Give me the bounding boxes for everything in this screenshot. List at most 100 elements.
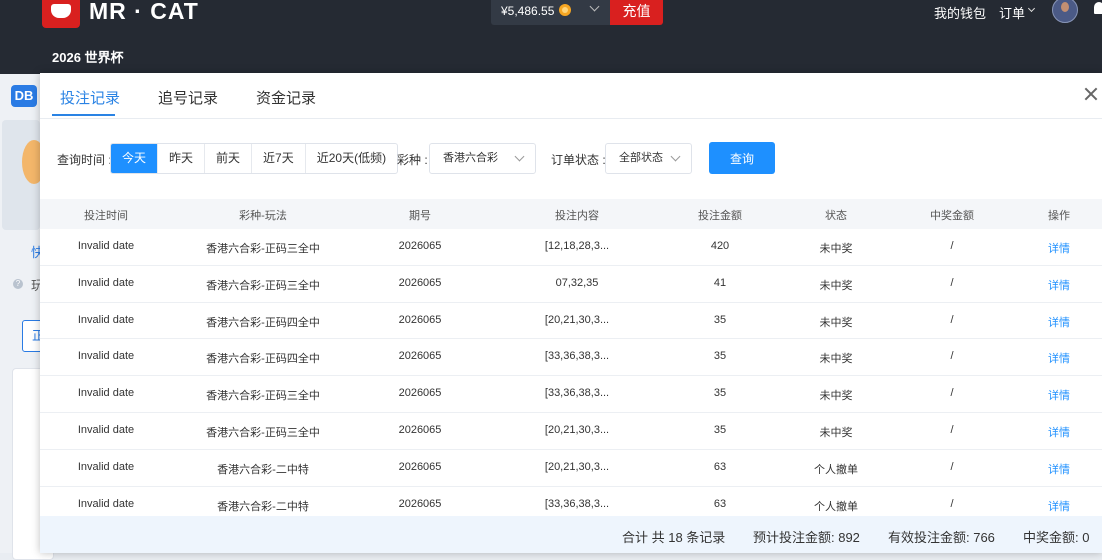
row-win-amount: / (950, 423, 954, 436)
balance-amount: ¥5,486.55 (501, 4, 555, 18)
tab-fund-records[interactable]: 资金记录 (256, 87, 316, 108)
bell-icon[interactable] (1094, 2, 1102, 14)
row-status: 未中奖 (819, 353, 853, 366)
time-option-yesterday[interactable]: 昨天 (157, 144, 204, 173)
row-issue: 2026065 (398, 276, 442, 289)
table-row: Invalid date 香港六合彩-正码三全中 2026065 [33,36,38,… (40, 376, 1102, 413)
row-bet-content: 07,32,35 (555, 276, 599, 289)
row-bet-time: Invalid date (77, 240, 135, 252)
row-issue: 2026065 (398, 460, 442, 473)
tab-bet-records[interactable]: 投注记录 (60, 87, 120, 108)
top-header: MR · CAT ¥5,486.55 充值 我的钱包 订单 2026 世界杯 (0, 0, 1102, 74)
row-details-link[interactable]: 详情 (1048, 461, 1070, 477)
row-details-link[interactable]: 详情 (1048, 498, 1070, 514)
time-option-20days[interactable]: 近20天(低频) (304, 144, 397, 173)
table-body: Invalid date 香港六合彩-正码三全中 2026065 [12,18,28,… (40, 229, 1102, 524)
brand-name[interactable]: MR · CAT (89, 0, 199, 25)
active-tab-indicator (52, 114, 115, 116)
row-status: 未中奖 (819, 279, 853, 292)
row-details-link[interactable]: 详情 (1048, 350, 1070, 366)
table-row: Invalid date 香港六合彩-正码三全中 2026065 07,32,35 41… (40, 266, 1102, 303)
row-bet-content: [33,36,38,3... (544, 497, 610, 510)
status-select[interactable]: 全部状态 (605, 143, 692, 174)
row-details-link[interactable]: 详情 (1048, 314, 1070, 330)
row-win-amount: / (950, 276, 954, 289)
row-lottery-play: 香港六合彩-二中特 (217, 500, 309, 513)
tab-chase-records[interactable]: 追号记录 (158, 87, 218, 108)
row-lottery-play: 香港六合彩-正码四全中 (206, 316, 320, 329)
table-header: 投注时间 彩种-玩法 期号 投注内容 投注金额 状态 中奖金额 操作 (40, 199, 1102, 229)
row-bet-content: [20,21,30,3... (544, 423, 610, 436)
row-bet-content: [20,21,30,3... (544, 313, 610, 326)
wallet-link[interactable]: 我的钱包 (934, 3, 986, 22)
column-action: 操作 (1048, 210, 1070, 222)
row-issue: 2026065 (398, 423, 442, 436)
status-filter-label: 订单状态 : (551, 153, 606, 167)
table-row: Invalid date 香港六合彩-正码三全中 2026065 [12,18,28,… (40, 229, 1102, 266)
row-bet-amount: 41 (713, 276, 727, 289)
coin-icon (559, 4, 571, 16)
row-status: 未中奖 (819, 243, 853, 255)
recharge-button[interactable]: 充值 (610, 0, 663, 25)
subnav-worldcup[interactable]: 2026 世界杯 (52, 47, 124, 66)
row-lottery-play: 香港六合彩-正码三全中 (206, 426, 320, 439)
column-win-amount: 中奖金额 (930, 210, 974, 222)
row-details-link[interactable]: 详情 (1048, 424, 1070, 440)
row-issue: 2026065 (398, 240, 442, 252)
summary-win-amount: 中奖金额: 0 (1023, 530, 1090, 545)
table-row: Invalid date 香港六合彩-正码三全中 2026065 [20,21,30,… (40, 413, 1102, 450)
close-icon[interactable] (1084, 87, 1098, 101)
table-row: Invalid date 香港六合彩-正码四全中 2026065 [20,21,30,… (40, 303, 1102, 340)
time-filter-label: 查询时间 : (57, 153, 112, 167)
modal-tabs: 投注记录 追号记录 资金记录 (40, 73, 1102, 119)
help-icon[interactable]: ? (13, 279, 23, 289)
chevron-down-icon (670, 151, 681, 162)
row-bet-amount: 63 (713, 497, 727, 510)
orders-menu[interactable]: 订单 (999, 3, 1025, 22)
row-details-link[interactable]: 详情 (1048, 277, 1070, 293)
row-win-amount: / (950, 387, 954, 400)
summary-effective-amount: 有效投注金额: 766 (888, 530, 995, 545)
time-option-7days[interactable]: 近7天 (251, 144, 305, 173)
row-win-amount: / (950, 497, 954, 510)
row-bet-time: Invalid date (77, 350, 135, 363)
status-select-value: 全部状态 (619, 152, 663, 164)
row-bet-time: Invalid date (77, 497, 135, 510)
brand-logo-icon[interactable] (42, 0, 80, 28)
lottery-filter-label: 彩种 : (397, 153, 428, 167)
row-bet-amount: 420 (710, 240, 730, 252)
row-issue: 2026065 (398, 387, 442, 400)
row-lottery-play: 香港六合彩-正码四全中 (206, 353, 320, 366)
query-button[interactable]: 查询 (709, 142, 775, 174)
table-summary: 合计 共 18 条记录 预计投注金额: 892 有效投注金额: 766 中奖金额… (40, 516, 1102, 553)
row-bet-amount: 35 (713, 423, 727, 436)
db-badge[interactable]: DB (11, 85, 37, 107)
balance-dropdown[interactable]: ¥5,486.55 (491, 0, 610, 25)
row-bet-content: [12,18,28,3... (544, 240, 610, 252)
table-row: Invalid date 香港六合彩-二中特 2026065 [20,21,30,3.… (40, 450, 1102, 487)
row-issue: 2026065 (398, 350, 442, 363)
row-details-link[interactable]: 详情 (1048, 387, 1070, 403)
summary-expected-amount: 预计投注金额: 892 (753, 530, 860, 545)
row-details-link[interactable]: 详情 (1048, 240, 1070, 256)
lottery-select[interactable]: 香港六合彩 (429, 143, 536, 174)
avatar[interactable] (1052, 0, 1078, 23)
chevron-down-icon[interactable] (589, 1, 600, 12)
row-bet-amount: 63 (713, 460, 727, 473)
row-lottery-play: 香港六合彩-正码三全中 (206, 279, 320, 292)
time-option-today[interactable]: 今天 (111, 144, 158, 173)
column-bet-time: 投注时间 (84, 210, 128, 222)
summary-total: 合计 共 18 条记录 (622, 530, 726, 545)
row-bet-amount: 35 (713, 313, 727, 326)
row-bet-content: [33,36,38,3... (544, 387, 610, 400)
time-option-day-before[interactable]: 前天 (204, 144, 251, 173)
row-win-amount: / (950, 240, 954, 252)
lottery-select-value: 香港六合彩 (443, 152, 498, 164)
chevron-down-icon[interactable] (1027, 4, 1036, 13)
column-status: 状态 (825, 210, 847, 222)
row-bet-time: Invalid date (77, 460, 135, 473)
time-range-selector: 今天 昨天 前天 近7天 近20天(低频) (110, 143, 399, 174)
row-bet-content: [33,36,38,3... (544, 350, 610, 363)
row-bet-time: Invalid date (77, 276, 135, 289)
row-win-amount: / (950, 350, 954, 363)
